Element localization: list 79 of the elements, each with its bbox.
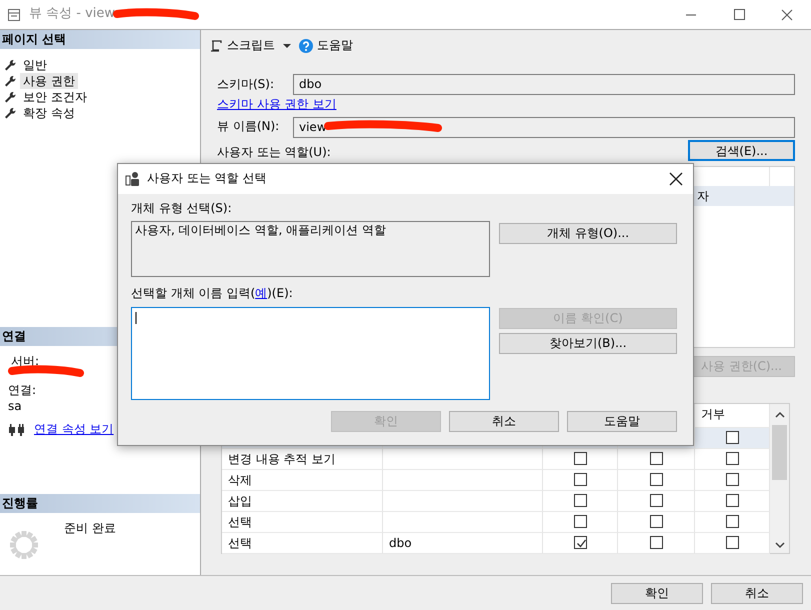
search-button[interactable]: 검색(E)...: [688, 140, 795, 161]
checkbox[interactable]: [726, 494, 738, 508]
page-item[interactable]: 일반: [20, 57, 50, 73]
dialog-button[interactable]: 찾아보기(B)...: [499, 333, 677, 354]
field-value: dbo: [299, 76, 322, 93]
spinner-icon: [8, 529, 40, 561]
dialog-button[interactable]: 취소: [711, 582, 803, 604]
text-cursor: [134, 312, 138, 324]
script-icon: [209, 38, 223, 52]
field-label: 연결:: [8, 383, 38, 399]
dialog-button[interactable]: 도움말: [567, 411, 677, 432]
page-item[interactable]: 확장 속성: [20, 105, 78, 121]
dialog-title: 사용자 또는 역할 선택: [147, 171, 266, 187]
plug-icon: [8, 424, 26, 436]
text-field[interactable]: dbo: [293, 74, 795, 95]
script-button[interactable]: 스크립트: [209, 38, 275, 54]
table-cell: 삭제: [228, 472, 252, 487]
wrench-icon: [4, 107, 16, 119]
table-cell: dbo: [389, 536, 412, 550]
field-value: sa: [8, 398, 23, 414]
close-icon[interactable]: [669, 172, 683, 186]
field-label: 뷰 이름(N):: [217, 119, 280, 135]
table-cell: 삽입: [228, 494, 252, 508]
help-button[interactable]: 도움말: [299, 38, 353, 54]
scroll-down-icon[interactable]: [774, 540, 784, 550]
field-label: 사용자 또는 역할(U):: [217, 145, 331, 161]
field-label: 선택할 개체 이름 입력(예)(E):: [131, 286, 294, 302]
field-value: 사용자, 데이터베이스 역할, 애플리케이션 역할: [135, 222, 386, 237]
checkbox[interactable]: [574, 536, 586, 550]
section-header: 진행률: [0, 494, 200, 513]
help-icon: [299, 38, 313, 52]
checkbox[interactable]: [726, 536, 738, 550]
checkbox[interactable]: [650, 536, 662, 550]
column-header: 거부: [701, 406, 725, 421]
checkbox[interactable]: [726, 452, 738, 466]
field-label: 스키마(S):: [217, 76, 276, 92]
window-icon: [7, 8, 21, 22]
wrench-icon: [4, 75, 16, 87]
object-names-field[interactable]: [131, 307, 490, 400]
close-icon[interactable]: [780, 8, 794, 22]
section-header: 페이지 선택: [0, 30, 200, 49]
table-cell: 변경 내용 추적 보기: [228, 452, 336, 466]
wrench-icon: [4, 91, 16, 103]
connection-properties-link[interactable]: 연결 속성 보기: [34, 422, 114, 438]
object-types-button[interactable]: 개체 유형(O)...: [499, 222, 677, 244]
checkbox[interactable]: [650, 452, 662, 466]
checkbox[interactable]: [574, 452, 586, 466]
maximize-icon[interactable]: [732, 8, 746, 22]
checkbox[interactable]: [650, 473, 662, 486]
status-text: 준비 완료: [64, 521, 116, 537]
field-label: 개체 유형 선택(S):: [131, 201, 233, 217]
dialog-button[interactable]: 취소: [449, 411, 559, 432]
window-title: 뷰 속성 - view: [29, 6, 116, 23]
scroll-up-icon[interactable]: [774, 410, 784, 420]
table-row[interactable]: 삽입: [222, 490, 770, 512]
checkbox[interactable]: [574, 473, 586, 486]
user-icon: [125, 171, 141, 187]
checkbox[interactable]: [650, 494, 662, 508]
dialog-button[interactable]: 확인: [611, 582, 703, 604]
checkbox[interactable]: [574, 494, 586, 508]
page-item[interactable]: 사용 권한: [20, 73, 78, 89]
field-label: 서버:: [10, 354, 40, 370]
table-row[interactable]: 변경 내용 추적 보기: [222, 448, 770, 470]
wrench-icon: [4, 59, 16, 71]
schema-permissions-link[interactable]: 스키마 사용 권한 보기: [217, 97, 336, 113]
table-cell-text: 자: [696, 188, 710, 205]
checkbox[interactable]: [726, 515, 738, 528]
examples-link[interactable]: 예: [255, 286, 268, 300]
checkbox[interactable]: [726, 431, 738, 444]
scrollbar[interactable]: [770, 404, 789, 553]
table-row[interactable]: 선택 dbo: [222, 532, 770, 554]
page-item[interactable]: 보안 조건자: [20, 89, 90, 105]
table-row[interactable]: 선택: [222, 512, 770, 533]
table-row[interactable]: 삭제: [222, 470, 770, 491]
checkbox[interactable]: [650, 515, 662, 528]
checkbox[interactable]: [574, 515, 586, 528]
table-cell: 선택: [228, 536, 252, 550]
table-cell: 선택: [228, 514, 252, 529]
checkbox[interactable]: [726, 473, 738, 486]
